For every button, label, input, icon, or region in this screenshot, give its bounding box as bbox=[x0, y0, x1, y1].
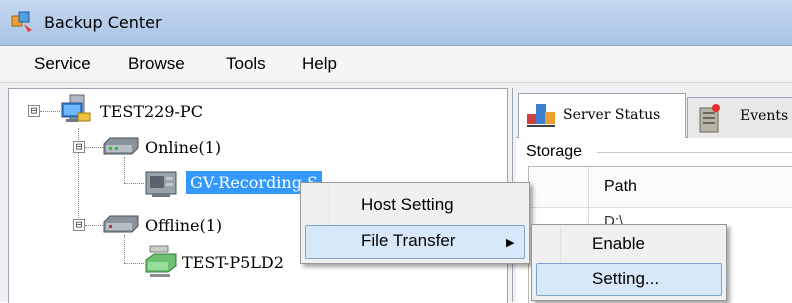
tree-node-test-p5ld2[interactable]: TEST-P5LD2 bbox=[182, 253, 284, 272]
online-collapse-toggle[interactable]: ⊟ bbox=[73, 141, 85, 153]
context-menu: Host Setting File Transfer ▶ bbox=[300, 182, 530, 264]
backup-center-icon bbox=[11, 11, 32, 32]
menu-service[interactable]: Service bbox=[34, 54, 91, 74]
root-collapse-toggle[interactable]: ⊟ bbox=[28, 105, 40, 117]
window-title: Backup Center bbox=[44, 13, 162, 32]
storage-grid-header bbox=[529, 167, 792, 208]
tab-events-label: Events bbox=[740, 108, 789, 124]
tab-server-status[interactable]: Server Status bbox=[518, 93, 686, 138]
menu-browse[interactable]: Browse bbox=[128, 54, 185, 74]
tree-connector bbox=[40, 111, 60, 112]
network-switch-icon bbox=[103, 215, 139, 233]
group-divider bbox=[597, 152, 792, 153]
file-transfer-submenu: Enable Setting... bbox=[531, 224, 727, 301]
offline-collapse-toggle[interactable]: ⊟ bbox=[73, 219, 85, 231]
menu-item-file-transfer-label: File Transfer bbox=[361, 231, 456, 250]
menu-help[interactable]: Help bbox=[302, 54, 337, 74]
menu-bar: Service Browse Tools Help bbox=[0, 46, 792, 83]
menu-item-enable[interactable]: Enable bbox=[592, 234, 645, 254]
tree-connector bbox=[85, 147, 103, 148]
menu-item-file-transfer[interactable]: File Transfer ▶ bbox=[305, 225, 525, 259]
menu-item-setting-label: Setting... bbox=[592, 269, 660, 288]
computer-icon bbox=[61, 94, 91, 122]
offline-host-icon bbox=[145, 245, 177, 277]
network-switch-icon bbox=[103, 137, 139, 155]
tab-server-status-label: Server Status bbox=[563, 107, 661, 123]
server-status-icon bbox=[527, 104, 555, 127]
storage-group-label: Storage bbox=[526, 143, 583, 160]
tree-connector bbox=[124, 235, 125, 263]
server-icon bbox=[145, 171, 177, 197]
menu-item-setting[interactable]: Setting... bbox=[536, 263, 722, 296]
tree-connector bbox=[124, 157, 125, 183]
tree-node-root[interactable]: TEST229-PC bbox=[100, 102, 203, 121]
tree-node-online[interactable]: Online(1) bbox=[145, 138, 221, 157]
events-icon bbox=[699, 104, 720, 133]
tree-connector bbox=[124, 263, 144, 264]
tree-node-offline[interactable]: Offline(1) bbox=[145, 216, 222, 235]
submenu-arrow-icon: ▶ bbox=[506, 237, 515, 249]
tree-connector bbox=[124, 183, 144, 184]
menu-tools[interactable]: Tools bbox=[226, 54, 266, 74]
tab-events[interactable]: Events bbox=[687, 97, 792, 138]
menu-item-host-setting[interactable]: Host Setting bbox=[361, 195, 454, 215]
tree-connector bbox=[85, 225, 103, 226]
column-header-path[interactable]: Path bbox=[604, 178, 637, 196]
